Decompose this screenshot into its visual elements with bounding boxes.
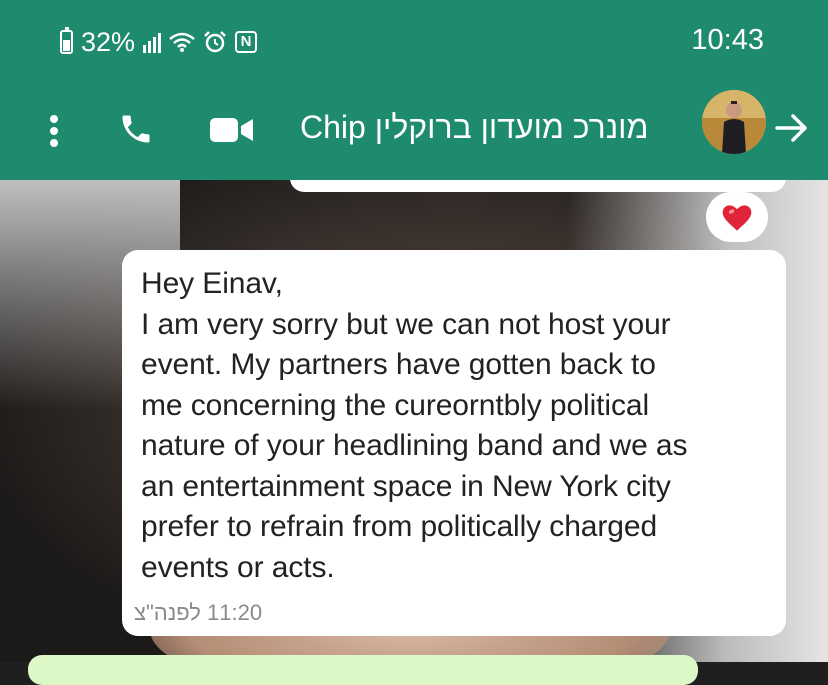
battery-percent: 32% xyxy=(81,26,136,57)
avatar[interactable] xyxy=(702,90,766,154)
status-time: 10:43 xyxy=(691,24,764,56)
signal-icon xyxy=(143,31,162,53)
message-text: Hey Einav, I am very sorry but we can no… xyxy=(141,267,688,584)
arrow-right-icon[interactable] xyxy=(772,106,812,150)
alarm-icon xyxy=(203,30,227,54)
app-bar: מונרכ מועדון ברוקלין Chip xyxy=(0,80,828,180)
battery-icon xyxy=(60,27,73,54)
heart-reaction-icon[interactable] xyxy=(706,192,768,242)
next-message-bubble[interactable] xyxy=(28,655,698,685)
status-bar: 32% N 10:43 xyxy=(0,0,828,80)
phone-icon[interactable] xyxy=(112,104,160,154)
previous-message-bubble[interactable] xyxy=(290,180,786,192)
message-bubble[interactable]: Hey Einav, I am very sorry but we can no… xyxy=(122,250,786,636)
status-left: 32% N xyxy=(60,24,258,60)
nfc-icon: N xyxy=(235,31,258,53)
message-timestamp: 11:20 לפנה"צ xyxy=(134,600,263,625)
video-icon[interactable] xyxy=(204,108,260,152)
more-vert-icon[interactable] xyxy=(34,108,74,154)
wifi-icon xyxy=(169,31,195,53)
header: 32% N 10:43 מונרכ מועדון ברוקלין Chip xyxy=(0,0,828,180)
chat-title[interactable]: מונרכ מועדון ברוקלין Chip xyxy=(300,102,680,152)
